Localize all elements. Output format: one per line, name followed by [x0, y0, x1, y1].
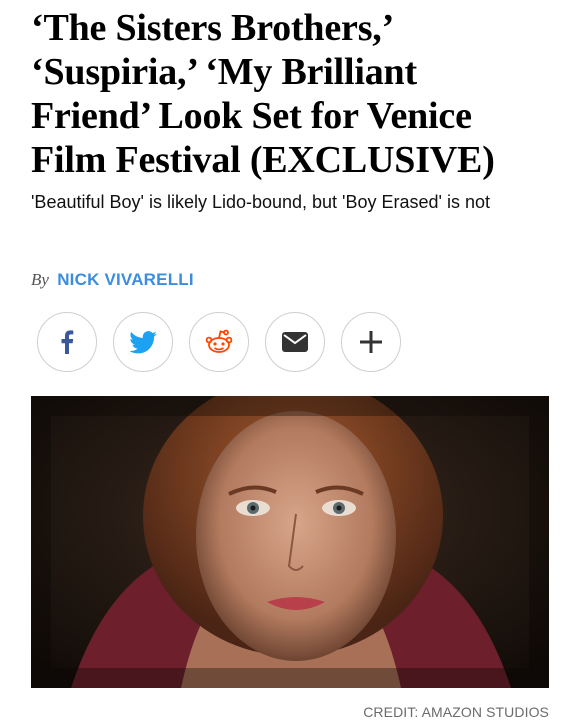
facebook-icon [61, 330, 74, 354]
headline-line: ‘The Sisters Brothers,’ [31, 7, 395, 49]
article-header: ‘The Sisters Brothers,’ ‘Suspiria,’ ‘My … [31, 6, 551, 182]
headline-line: Friend’ Look Set for Venice [31, 95, 472, 137]
facebook-share-button[interactable] [37, 312, 97, 372]
byline-prefix: By [31, 270, 49, 289]
twitter-share-button[interactable] [113, 312, 173, 372]
headline-line: ‘Suspiria,’ ‘My Brilliant [31, 51, 417, 93]
plus-icon [360, 331, 382, 353]
email-icon [282, 332, 308, 352]
reddit-icon [205, 329, 233, 353]
reddit-share-button[interactable] [189, 312, 249, 372]
film-still-image [31, 396, 549, 688]
email-share-button[interactable] [265, 312, 325, 372]
headline-line: Film Festival (EXCLUSIVE) [31, 139, 495, 181]
twitter-icon [129, 330, 157, 353]
share-bar [37, 312, 417, 376]
author-link[interactable]: NICK VIVARELLI [57, 270, 194, 289]
byline: By NICK VIVARELLI [31, 268, 194, 292]
headline: ‘The Sisters Brothers,’ ‘Suspiria,’ ‘My … [31, 6, 551, 182]
article-dek: 'Beautiful Boy' is likely Lido-bound, bu… [31, 192, 490, 212]
image-credit: CREDIT: AMAZON STUDIOS [363, 704, 549, 720]
more-share-button[interactable] [341, 312, 401, 372]
hero-image [31, 396, 549, 688]
